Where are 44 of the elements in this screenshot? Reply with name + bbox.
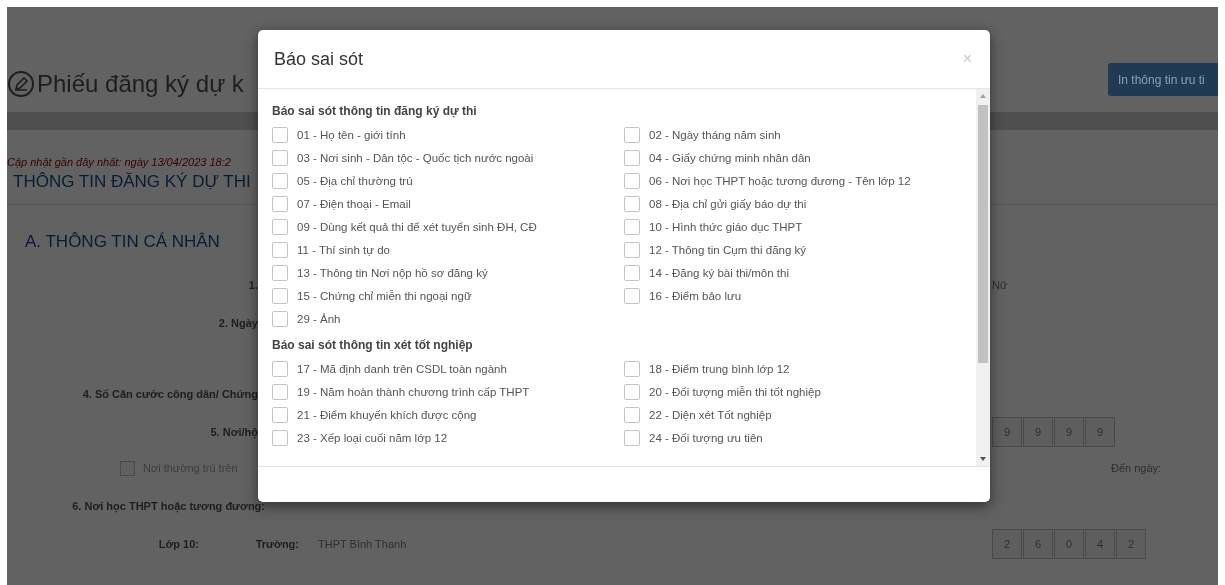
field-label: Lớp 10: (157, 538, 199, 550)
section-heading: Báo sai sót thông tin xét tốt nghiệp (272, 337, 474, 354)
scrollbar[interactable] (976, 89, 990, 466)
checkbox-label: 11 - Thí sinh tự do (297, 243, 390, 256)
field-label: Trường: (254, 538, 299, 550)
checkbox-label: 22 - Diện xét Tốt nghiệp (649, 408, 772, 421)
checkbox-label: 14 - Đăng ký bài thi/môn thi (649, 266, 789, 279)
checkbox-label: 06 - Nơi học THPT hoặc tương đương - Tên lớp 12 (649, 174, 911, 187)
checkbox-label: 07 - Điện thoại - Email (297, 197, 411, 210)
checkbox-label: 21 - Điểm khuyến khích được cộng (297, 408, 477, 421)
field-label: 2. Ngày (217, 316, 258, 329)
checkbox-label: 04 - Giấy chứng minh nhân dân (649, 151, 811, 164)
checkbox-label: 02 - Ngày tháng năm sinh (649, 128, 781, 141)
field-label: 5. Nơi/hộ (209, 426, 258, 438)
checkbox-label: 10 - Hình thức giáo dục THPT (649, 220, 803, 233)
update-note: Cập nhật gần đây nhất: ngày 13/04/2023 18:2 (7, 156, 231, 168)
field-label: 4. Số Căn cước công dân/ Chứng (81, 388, 258, 400)
checkbox-label: 19 - Năm hoàn thành chương trình cấp THPT (297, 385, 530, 398)
checkbox-label: 01 - Họ tên - giới tính (297, 128, 406, 141)
checkbox-label: 23 - Xếp loại cuối năm lớp 12 (297, 431, 448, 444)
field-label: 6. Nơi học THPT hoặc tương đương: (71, 500, 265, 512)
page-title: Phiếu đăng ký dự k (37, 70, 244, 98)
scrollbar-thumb[interactable] (978, 105, 988, 363)
field-label: 1. (247, 279, 258, 291)
checkbox-label: 15 - Chứng chỉ miễn thi ngoại ngữ (297, 289, 472, 302)
section-title: THÔNG TIN ĐĂNG KÝ DỰ THI (13, 172, 251, 192)
checkbox-label: 20 - Đối tượng miễn thi tốt nghiệp (649, 385, 821, 398)
checkbox[interactable] (120, 460, 135, 476)
checkbox-label: 08 - Địa chỉ gửi giấy báo dự thi (649, 197, 807, 210)
section-heading: Báo sai sót thông tin đăng ký dự thi (272, 103, 478, 120)
edit-icon (7, 70, 35, 98)
checkbox-label: 13 - Thông tin Nơi nộp hồ sơ đăng ký (297, 266, 488, 279)
checkbox-label: 03 - Nơi sinh - Dân tộc - Quốc tịch nước ngoài (297, 151, 534, 164)
subsection-title: A. THÔNG TIN CÁ NHÂN (25, 232, 220, 252)
checkbox-label: 18 - Điểm trung bình lớp 12 (649, 362, 790, 375)
checkbox-label: 12 - Thông tin Cụm thi đăng ký (649, 243, 807, 256)
checkbox-label: 17 - Mã định danh trên CSDL toàn ngành (297, 362, 507, 375)
checkbox-label: 24 - Đối tượng ưu tiên (649, 431, 763, 444)
dialog-title: Báo sai sót (274, 48, 364, 70)
checkbox-label: 09 - Dùng kết quả thi để xét tuyển sinh ĐH, CĐ (297, 220, 537, 233)
checkbox-label: 05 - Địa chỉ thường trú (297, 174, 413, 187)
print-button[interactable]: In thông tin ưu ti (1108, 63, 1218, 96)
checkbox-label: 16 - Điểm bảo lưu (649, 289, 742, 302)
checkbox-label: 29 - Ảnh (297, 312, 341, 325)
